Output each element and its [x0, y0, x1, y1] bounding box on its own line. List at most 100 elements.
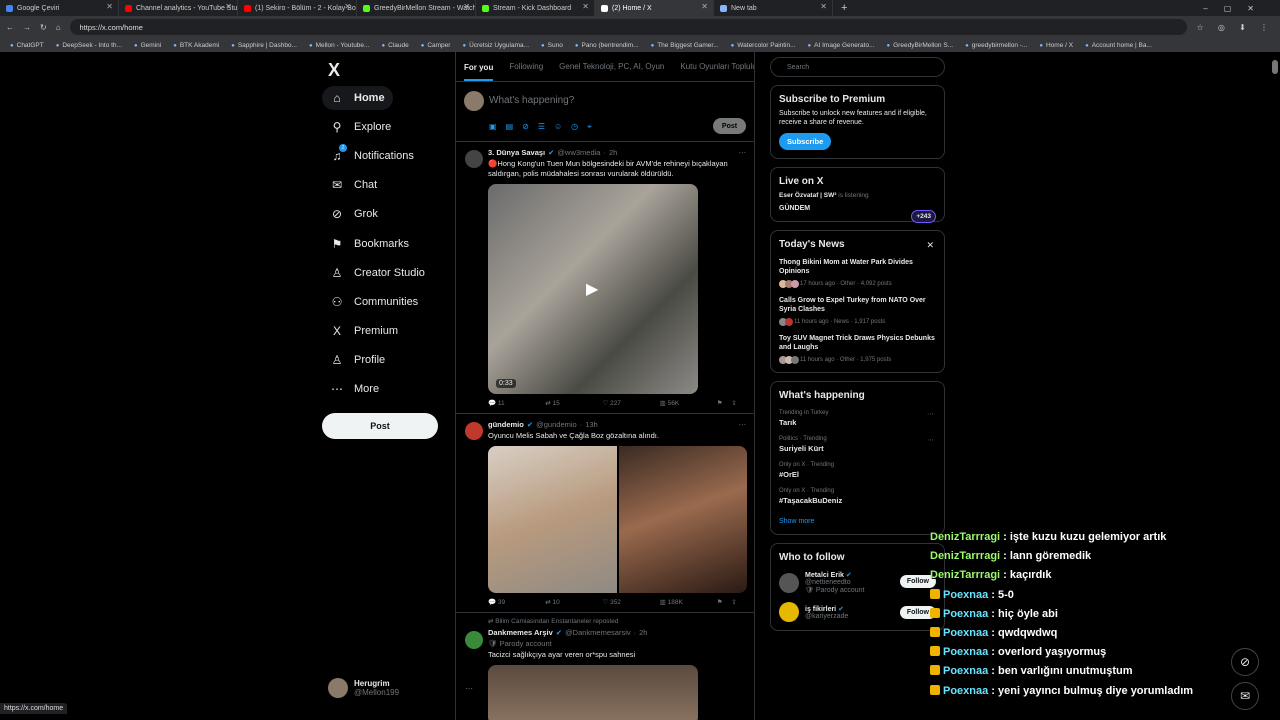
close-icon[interactable]: ✕ [926, 240, 934, 251]
feed-tab[interactable]: Genel Teknoloji, PC, AI, Oyun [559, 62, 664, 71]
repost-button[interactable]: ⇄ 10 [545, 598, 602, 606]
bookmark-item[interactable]: Ücretsiz Uygulama... [462, 42, 529, 49]
bookmark-item[interactable]: DeepSeek - Into th... [56, 42, 122, 49]
tweet-video[interactable] [488, 665, 698, 720]
close-tab-icon[interactable]: ✕ [820, 2, 827, 11]
grok-fab[interactable]: ⊘ [1231, 648, 1259, 676]
gif-icon[interactable]: ▤ [506, 122, 514, 132]
nav-item-home[interactable]: ⌂ Home [322, 86, 393, 110]
grok-icon[interactable]: ⊘ [522, 122, 529, 132]
new-tab-button[interactable]: + [841, 2, 847, 14]
browser-tab[interactable]: Stream - Kick Dashboard ✕ [476, 0, 595, 16]
bookmark-item[interactable]: Pano (bentrendim... [575, 42, 638, 49]
nav-item-premium[interactable]: X Premium [322, 319, 406, 343]
nav-item-explore[interactable]: ⚲ Explore [322, 115, 399, 139]
bookmark-item[interactable]: AI Image Generato... [808, 42, 874, 49]
home-browser-icon[interactable]: ⌂ [56, 23, 61, 32]
nav-item-communities[interactable]: ⚇ Communities [322, 290, 426, 314]
feed-tab[interactable]: For you [464, 53, 494, 81]
scrollbar[interactable] [1272, 60, 1278, 74]
more-icon[interactable]: ⋯ [739, 148, 747, 157]
browser-tab[interactable]: (2) Home / X ✕ [595, 0, 714, 16]
emoji-icon[interactable]: ☺ [554, 122, 562, 132]
nav-item-creator-studio[interactable]: ♙ Creator Studio [322, 261, 433, 285]
tweet[interactable]: gündemio ✔ @gundemio · 13h ⋯ Oyuncu Melis Sa… [456, 414, 754, 613]
bookmark-item[interactable]: Gemini [134, 42, 162, 49]
compose-input[interactable]: What's happening? [489, 95, 574, 106]
reload-icon[interactable]: ↻ [40, 23, 47, 32]
feed-tab[interactable]: Following [509, 62, 543, 71]
more-icon[interactable]: ⋯ [927, 410, 934, 418]
news-item[interactable]: Toy SUV Magnet Trick Draws Physics Debun… [779, 334, 936, 364]
tweet-images[interactable] [488, 446, 747, 593]
bookmark-item[interactable]: BTK Akademi [173, 42, 219, 49]
tweet[interactable]: 3. Dünya Savaşı ✔ @ww3media · 2h ⋯ 🔴Hong Kon… [456, 142, 754, 414]
trend-item[interactable]: Only on X · Trending #TaşacakBuDeniz [779, 488, 936, 505]
close-tab-icon[interactable]: ✕ [225, 2, 232, 11]
browser-tab[interactable]: New tab ✕ [714, 0, 833, 16]
location-icon[interactable]: ⌖ [587, 122, 592, 132]
forward-icon[interactable]: → [23, 23, 31, 32]
extensions-icons[interactable]: ☆ ◎ ⬇ ⋮ [1196, 23, 1274, 32]
account-switcher[interactable]: Herugrim @Mellon199 ⋯ [328, 678, 473, 698]
nav-item-grok[interactable]: ⊘ Grok [322, 202, 386, 226]
tweet[interactable]: ⇄ Bilim Camiasından Enstantaneler repost… [456, 613, 754, 720]
views-button[interactable]: ▥ 56K [660, 399, 717, 407]
news-item[interactable]: Thong Bikini Mom at Water Park Divides O… [779, 258, 936, 288]
like-button[interactable]: ♡ 227 [602, 399, 659, 407]
compose-post-button[interactable]: Post [713, 118, 746, 134]
reply-button[interactable]: 💬 39 [488, 598, 545, 606]
bookmark-item[interactable]: Sapphire | Dashbo... [231, 42, 297, 49]
browser-tab[interactable]: GreedyBirMellon Stream - Watch Live✕ [357, 0, 476, 16]
news-item[interactable]: Calls Grow to Expel Turkey from NATO Ove… [779, 296, 936, 326]
bookmark-item[interactable]: The Biggest Gamer... [651, 42, 718, 49]
bookmark-item[interactable]: Mellon - Youtube... [309, 42, 370, 49]
close-tab-icon[interactable]: ✕ [463, 2, 470, 11]
nav-item-profile[interactable]: ♙ Profile [322, 348, 393, 372]
close-tab-icon[interactable]: ✕ [344, 2, 351, 11]
trend-item[interactable]: Only on X · Trending #OrEl [779, 462, 936, 479]
url-field[interactable]: https://x.com/home [69, 19, 1188, 35]
x-logo-icon[interactable]: X [328, 60, 340, 81]
play-icon[interactable]: ▶ [586, 279, 598, 299]
feed-tab[interactable]: Kutu Oyunları Topluluğu [680, 62, 754, 71]
window-controls[interactable]: –▢✕ [1203, 4, 1270, 13]
trend-item[interactable]: Politics · Trending Suriyeli Kürt ⋯ [779, 436, 936, 453]
trend-item[interactable]: Trending in Turkey Tarık ⋯ [779, 410, 936, 427]
like-button[interactable]: ♡ 352 [602, 598, 659, 606]
follow-suggestion[interactable]: Metalci Erik ✔ @nettieneedto 🛡 Parody acco… [779, 571, 936, 594]
bookmark-item[interactable]: Suno [541, 42, 563, 49]
back-icon[interactable]: ← [6, 23, 14, 32]
more-icon[interactable]: ⋯ [927, 436, 934, 444]
browser-tab[interactable]: Channel analytics - YouTube Studio ✕ [119, 0, 238, 16]
share-icon[interactable]: ⇪ [731, 598, 746, 606]
nav-item-more[interactable]: ⋯ More [322, 377, 387, 401]
browser-tab[interactable]: (1) Sekiro - Bölüm - 2 - Kolay Boss ✕ [238, 0, 357, 16]
poll-icon[interactable]: ☰ [538, 122, 545, 132]
subscribe-button[interactable]: Subscribe [779, 133, 832, 150]
reply-button[interactable]: 💬 11 [488, 399, 545, 407]
nav-item-bookmarks[interactable]: ⚑ Bookmarks [322, 232, 417, 256]
messages-fab[interactable]: ✉ [1231, 682, 1259, 710]
bookmark-icon[interactable]: ⚑ [717, 598, 732, 606]
schedule-icon[interactable]: ◷ [571, 122, 578, 132]
bookmark-item[interactable]: ChatGPT [10, 42, 44, 49]
bookmark-item[interactable]: greedybirmellon -... [965, 42, 1028, 49]
search-input[interactable]: Search [770, 57, 945, 77]
close-tab-icon[interactable]: ✕ [701, 2, 708, 11]
bookmark-item[interactable]: Account home | Ba... [1085, 42, 1152, 49]
follow-suggestion[interactable]: iş fikirleri ✔ @kariyerzade Follow [779, 602, 936, 622]
share-icon[interactable]: ⇪ [731, 399, 746, 407]
tweet-image[interactable] [618, 446, 747, 593]
show-more-link[interactable]: Show more [779, 517, 936, 526]
bookmark-item[interactable]: GreedyBirMellon S... [887, 42, 953, 49]
post-button[interactable]: Post [322, 413, 438, 439]
image-icon[interactable]: ▣ [489, 122, 497, 132]
close-tab-icon[interactable]: ✕ [106, 2, 113, 11]
nav-item-notifications[interactable]: ♫ Notifications 2 [322, 144, 422, 168]
repost-button[interactable]: ⇄ 15 [545, 399, 602, 407]
live-card[interactable]: Live on X Eser Özvataf | SW³ is listenin… [770, 167, 945, 223]
nav-item-chat[interactable]: ✉ Chat [322, 173, 385, 197]
more-icon[interactable]: ⋯ [739, 420, 747, 429]
bookmark-item[interactable]: Camper [421, 42, 450, 49]
